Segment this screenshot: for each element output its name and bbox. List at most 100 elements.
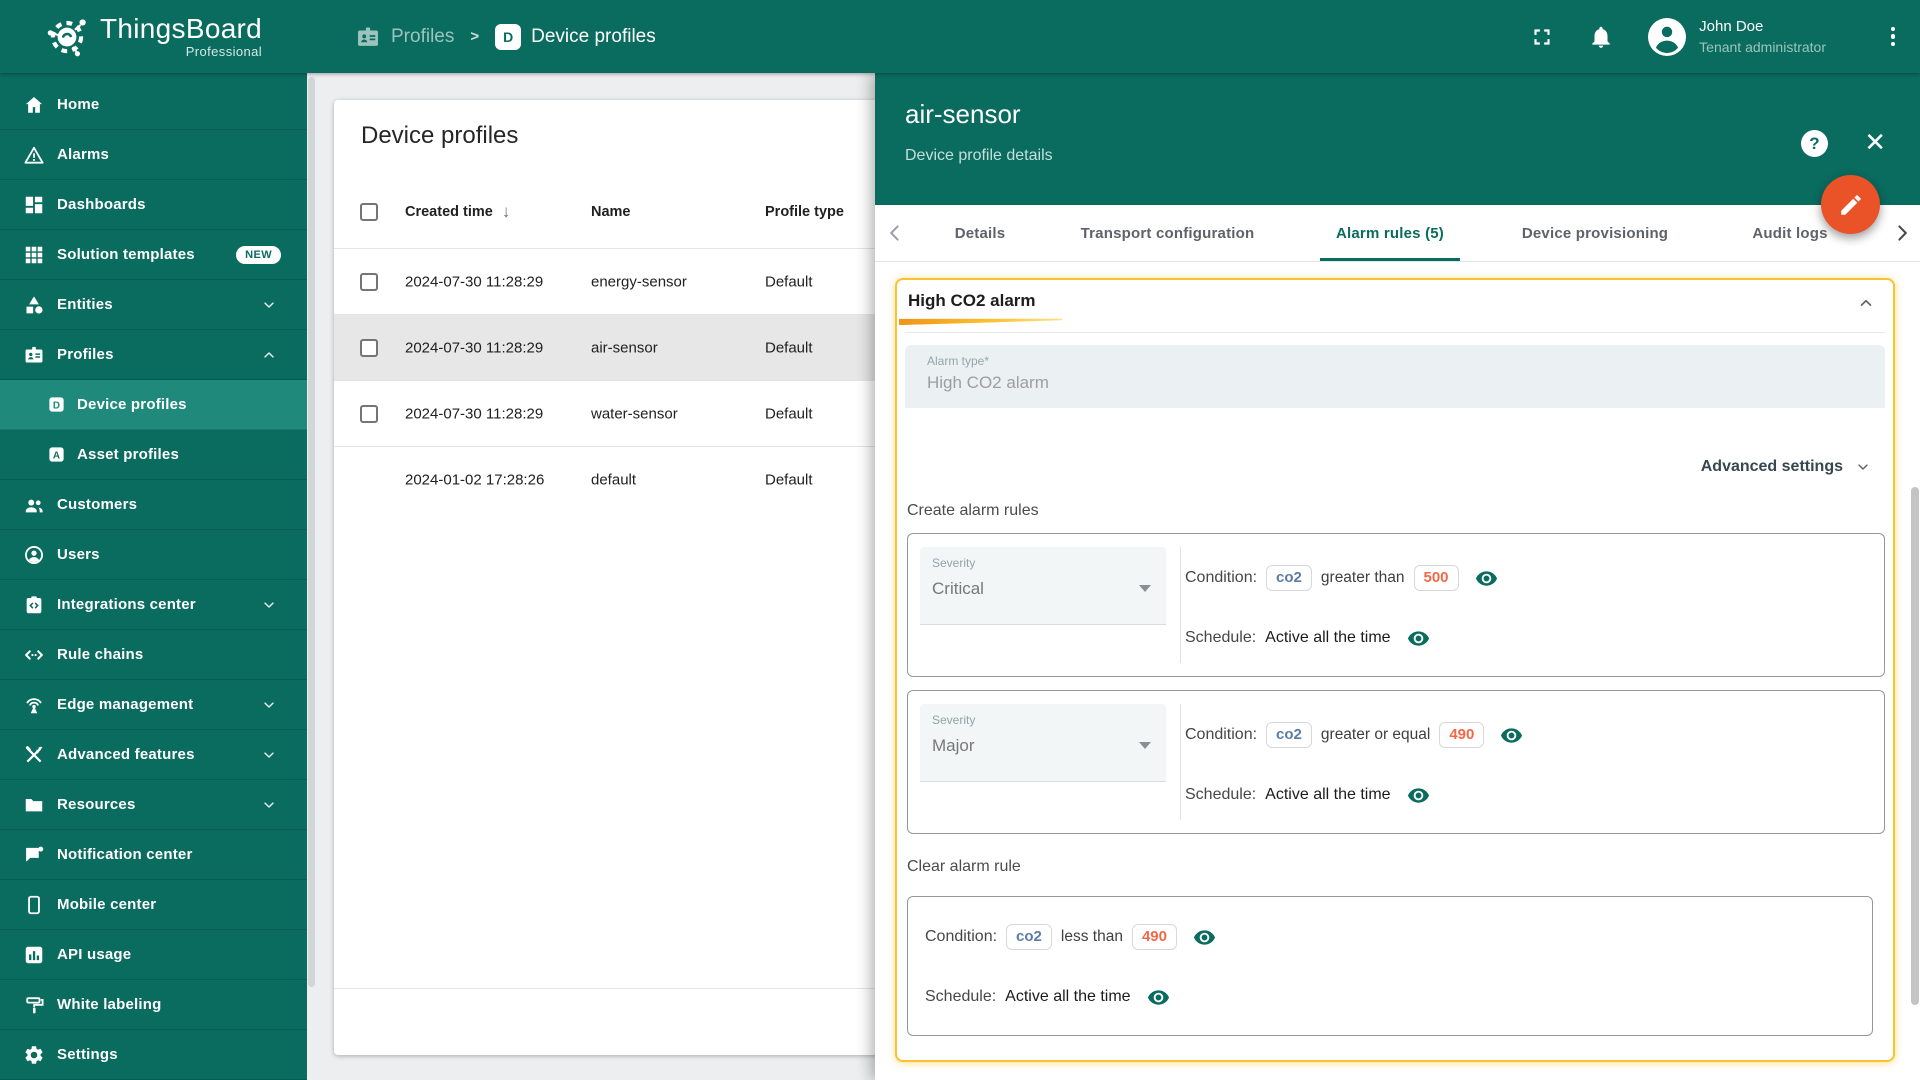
sidebar-item-asset-profiles[interactable]: A Asset profiles: [0, 430, 307, 480]
sidebar-item-edge-management[interactable]: Edge management: [0, 680, 307, 730]
panel-tabs: Details Transport configuration Alarm ru…: [875, 205, 1920, 262]
select-all-checkbox[interactable]: [360, 202, 378, 221]
sidebar-item-label: Entities: [57, 296, 113, 313]
sidebar-item-settings[interactable]: Settings: [0, 1030, 307, 1080]
cell-created-time: 2024-07-30 11:28:29: [405, 339, 544, 356]
tab-label: Alarm rules (5): [1335, 224, 1445, 242]
header-actions: John Doe Tenant administrator: [1529, 0, 1902, 73]
edit-fab-button[interactable]: [1821, 175, 1880, 234]
sidebar-item-label: White labeling: [57, 996, 162, 1013]
sidebar-item-label: Advanced features: [57, 746, 195, 763]
user-menu[interactable]: John Doe Tenant administrator: [1699, 17, 1826, 57]
sidebar-item-label: Settings: [57, 1046, 118, 1063]
tab-device-provisioning[interactable]: Device provisioning: [1480, 205, 1710, 261]
avatar[interactable]: [1648, 17, 1687, 56]
row-checkbox[interactable]: [360, 338, 378, 357]
view-schedule-eye-icon[interactable]: [1147, 986, 1170, 1009]
view-condition-eye-icon[interactable]: [1475, 567, 1498, 590]
sidebar-scrollbar[interactable]: [308, 77, 315, 987]
tab-scroll-left-icon[interactable]: [883, 221, 907, 245]
breadcrumb-device-profiles: D Device profiles: [495, 23, 656, 50]
sidebar-item-home[interactable]: Home: [0, 80, 307, 130]
sidebar-item-white-labeling[interactable]: White labeling: [0, 980, 307, 1030]
app-logo[interactable]: ThingsBoard Professional: [42, 11, 262, 61]
alarm-type-label: Alarm type*: [927, 354, 990, 368]
entities-icon: [23, 294, 45, 316]
dropdown-arrow-icon: [1139, 742, 1151, 749]
condition-row: Condition: co2 greater than 500: [1185, 564, 1498, 592]
condition-key-chip: co2: [1006, 924, 1052, 950]
advanced-settings-toggle[interactable]: Advanced settings: [1701, 458, 1871, 476]
advanced-settings-label: Advanced settings: [1700, 458, 1843, 475]
view-condition-eye-icon[interactable]: [1500, 724, 1523, 747]
close-button[interactable]: ✕: [1864, 128, 1886, 156]
customers-icon: [23, 494, 45, 516]
sidebar-item-alarms[interactable]: Alarms: [0, 130, 307, 180]
sidebar-item-integrations-center[interactable]: Integrations center: [0, 580, 307, 630]
sidebar-item-advanced-features[interactable]: Advanced features: [0, 730, 307, 780]
sidebar-item-api-usage[interactable]: API usage: [0, 930, 307, 980]
sidebar-item-entities[interactable]: Entities: [0, 280, 307, 330]
sidebar-item-dashboards[interactable]: Dashboards: [0, 180, 307, 230]
sidebar-item-users[interactable]: Users: [0, 530, 307, 580]
device-profile-icon: D: [495, 23, 522, 50]
fullscreen-icon[interactable]: [1529, 24, 1555, 50]
view-condition-eye-icon[interactable]: [1193, 926, 1216, 949]
more-menu-icon[interactable]: [1884, 24, 1902, 50]
sidebar-item-solution-templates[interactable]: Solution templates NEW: [0, 230, 307, 280]
chevron-down-icon: [261, 747, 277, 763]
column-created-time[interactable]: Created time ↓: [405, 202, 510, 222]
schedule-label: Schedule:: [1185, 786, 1257, 803]
schedule-value: Active all the time: [1005, 988, 1131, 1005]
column-profile-type[interactable]: Profile type: [765, 204, 844, 220]
schedule-label: Schedule:: [925, 988, 997, 1005]
app-header: ThingsBoard Professional Profiles > D De…: [0, 0, 1920, 73]
sidebar-item-customers[interactable]: Customers: [0, 480, 307, 530]
chevron-up-icon: [261, 347, 277, 363]
new-badge: NEW: [236, 245, 281, 264]
tab-details[interactable]: Details: [930, 205, 1030, 261]
app-title: ThingsBoard: [100, 13, 263, 44]
condition-operator: less than: [1060, 928, 1123, 945]
thingsboard-logo-icon: [42, 11, 92, 61]
sidebar-item-device-profiles[interactable]: D Device profiles: [0, 380, 307, 430]
highlight-underline: [899, 316, 1062, 325]
cell-name: default: [591, 471, 637, 488]
condition-value-chip: 500: [1413, 565, 1459, 591]
column-name[interactable]: Name: [591, 204, 631, 220]
collapse-chevron-up-icon[interactable]: [1857, 294, 1875, 312]
row-checkbox[interactable]: [360, 272, 378, 291]
dropdown-arrow-icon: [1139, 585, 1151, 592]
tab-label: Transport configuration: [1080, 224, 1255, 242]
view-schedule-eye-icon[interactable]: [1407, 784, 1430, 807]
tab-alarm-rules[interactable]: Alarm rules (5): [1305, 205, 1475, 261]
home-icon: [23, 94, 45, 116]
edge-management-icon: [23, 694, 45, 716]
api-usage-icon: [23, 944, 45, 966]
advanced-features-icon: [23, 744, 45, 766]
notifications-bell-icon[interactable]: [1588, 24, 1614, 50]
severity-value: Major: [932, 736, 975, 755]
breadcrumb-profiles[interactable]: Profiles: [355, 24, 454, 50]
sidebar-item-mobile-center[interactable]: Mobile center: [0, 880, 307, 930]
help-button[interactable]: ?: [1801, 130, 1828, 157]
sidebar-item-profiles[interactable]: Profiles: [0, 330, 307, 380]
sidebar-item-notification-center[interactable]: Notification center: [0, 830, 307, 880]
view-schedule-eye-icon[interactable]: [1407, 627, 1430, 650]
tab-transport-configuration[interactable]: Transport configuration: [1035, 205, 1300, 261]
condition-label: Condition:: [925, 928, 998, 945]
tab-scroll-right-icon[interactable]: [1890, 221, 1914, 245]
cell-name: water-sensor: [591, 405, 678, 422]
row-checkbox[interactable]: [360, 404, 378, 423]
sidebar-item-label: Notification center: [57, 846, 193, 863]
panel-scrollbar[interactable]: [1911, 487, 1919, 1005]
sidebar-item-label: API usage: [57, 946, 132, 963]
chevron-down-icon: [261, 297, 277, 313]
chevron-down-icon: [261, 797, 277, 813]
alarm-type-field: Alarm type* High CO2 alarm: [905, 345, 1885, 408]
create-alarm-rules-label: Create alarm rules: [907, 502, 1039, 519]
asset-profiles-icon: A: [47, 445, 66, 464]
sidebar-item-resources[interactable]: Resources: [0, 780, 307, 830]
sidebar-item-rule-chains[interactable]: Rule chains: [0, 630, 307, 680]
sidebar-item-label: Asset profiles: [77, 446, 179, 463]
